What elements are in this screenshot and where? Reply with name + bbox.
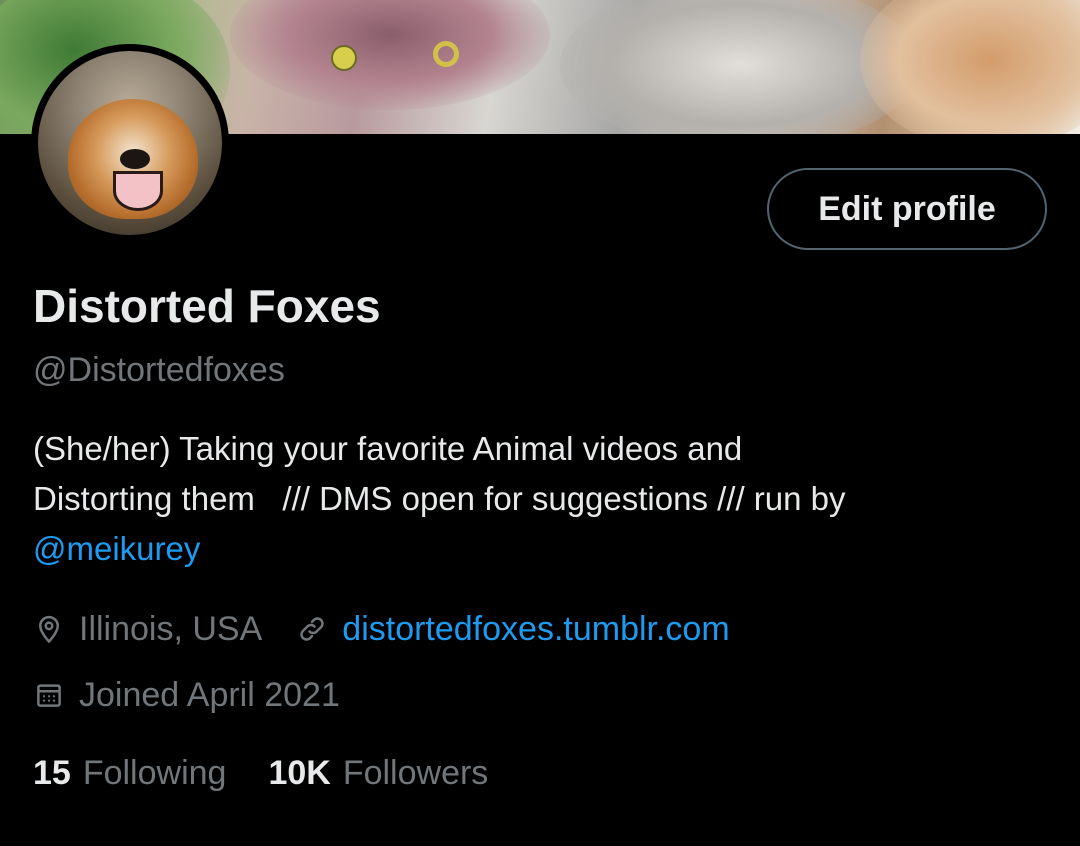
- joined-date-text: Joined April 2021: [79, 675, 340, 714]
- banner-ring: [433, 41, 459, 67]
- profile-bio: (She/her) Taking your favorite Animal vi…: [33, 424, 1043, 574]
- followers-count: 10K: [268, 754, 331, 792]
- bio-line: Distorting them /// DMS open for suggest…: [33, 480, 846, 517]
- profile-meta-row: Illinois, USA distortedfoxes.tumblr.com: [33, 607, 730, 651]
- profile-meta-row: Joined April 2021: [33, 673, 340, 717]
- followers-label: Followers: [342, 754, 489, 792]
- avatar-image: [38, 51, 222, 235]
- followers-stat-link[interactable]: 10K Followers: [268, 754, 488, 793]
- location-text: Illinois, USA: [79, 609, 263, 648]
- bio-mention-link[interactable]: @meikurey: [33, 524, 1043, 574]
- avatar[interactable]: [31, 44, 229, 242]
- calendar-icon: [33, 679, 65, 711]
- website-link[interactable]: distortedfoxes.tumblr.com: [342, 610, 729, 649]
- profile-stats: 15 Following 10K Followers: [33, 754, 488, 793]
- following-count: 15: [33, 754, 71, 792]
- avatar-fox-nose: [120, 149, 150, 169]
- map-pin-icon: [33, 613, 65, 645]
- avatar-fox-mouth: [113, 171, 163, 211]
- following-label: Following: [82, 754, 227, 792]
- bio-line: (She/her) Taking your favorite Animal vi…: [33, 430, 743, 467]
- link-icon: [296, 613, 328, 645]
- user-handle: @Distortedfoxes: [33, 351, 285, 389]
- following-stat-link[interactable]: 15 Following: [33, 754, 226, 793]
- display-name: Distorted Foxes: [33, 280, 381, 332]
- edit-profile-button[interactable]: Edit profile: [767, 168, 1047, 250]
- banner-shape: [860, 0, 1080, 134]
- banner-shape: [230, 0, 550, 110]
- banner-dot: [331, 45, 357, 71]
